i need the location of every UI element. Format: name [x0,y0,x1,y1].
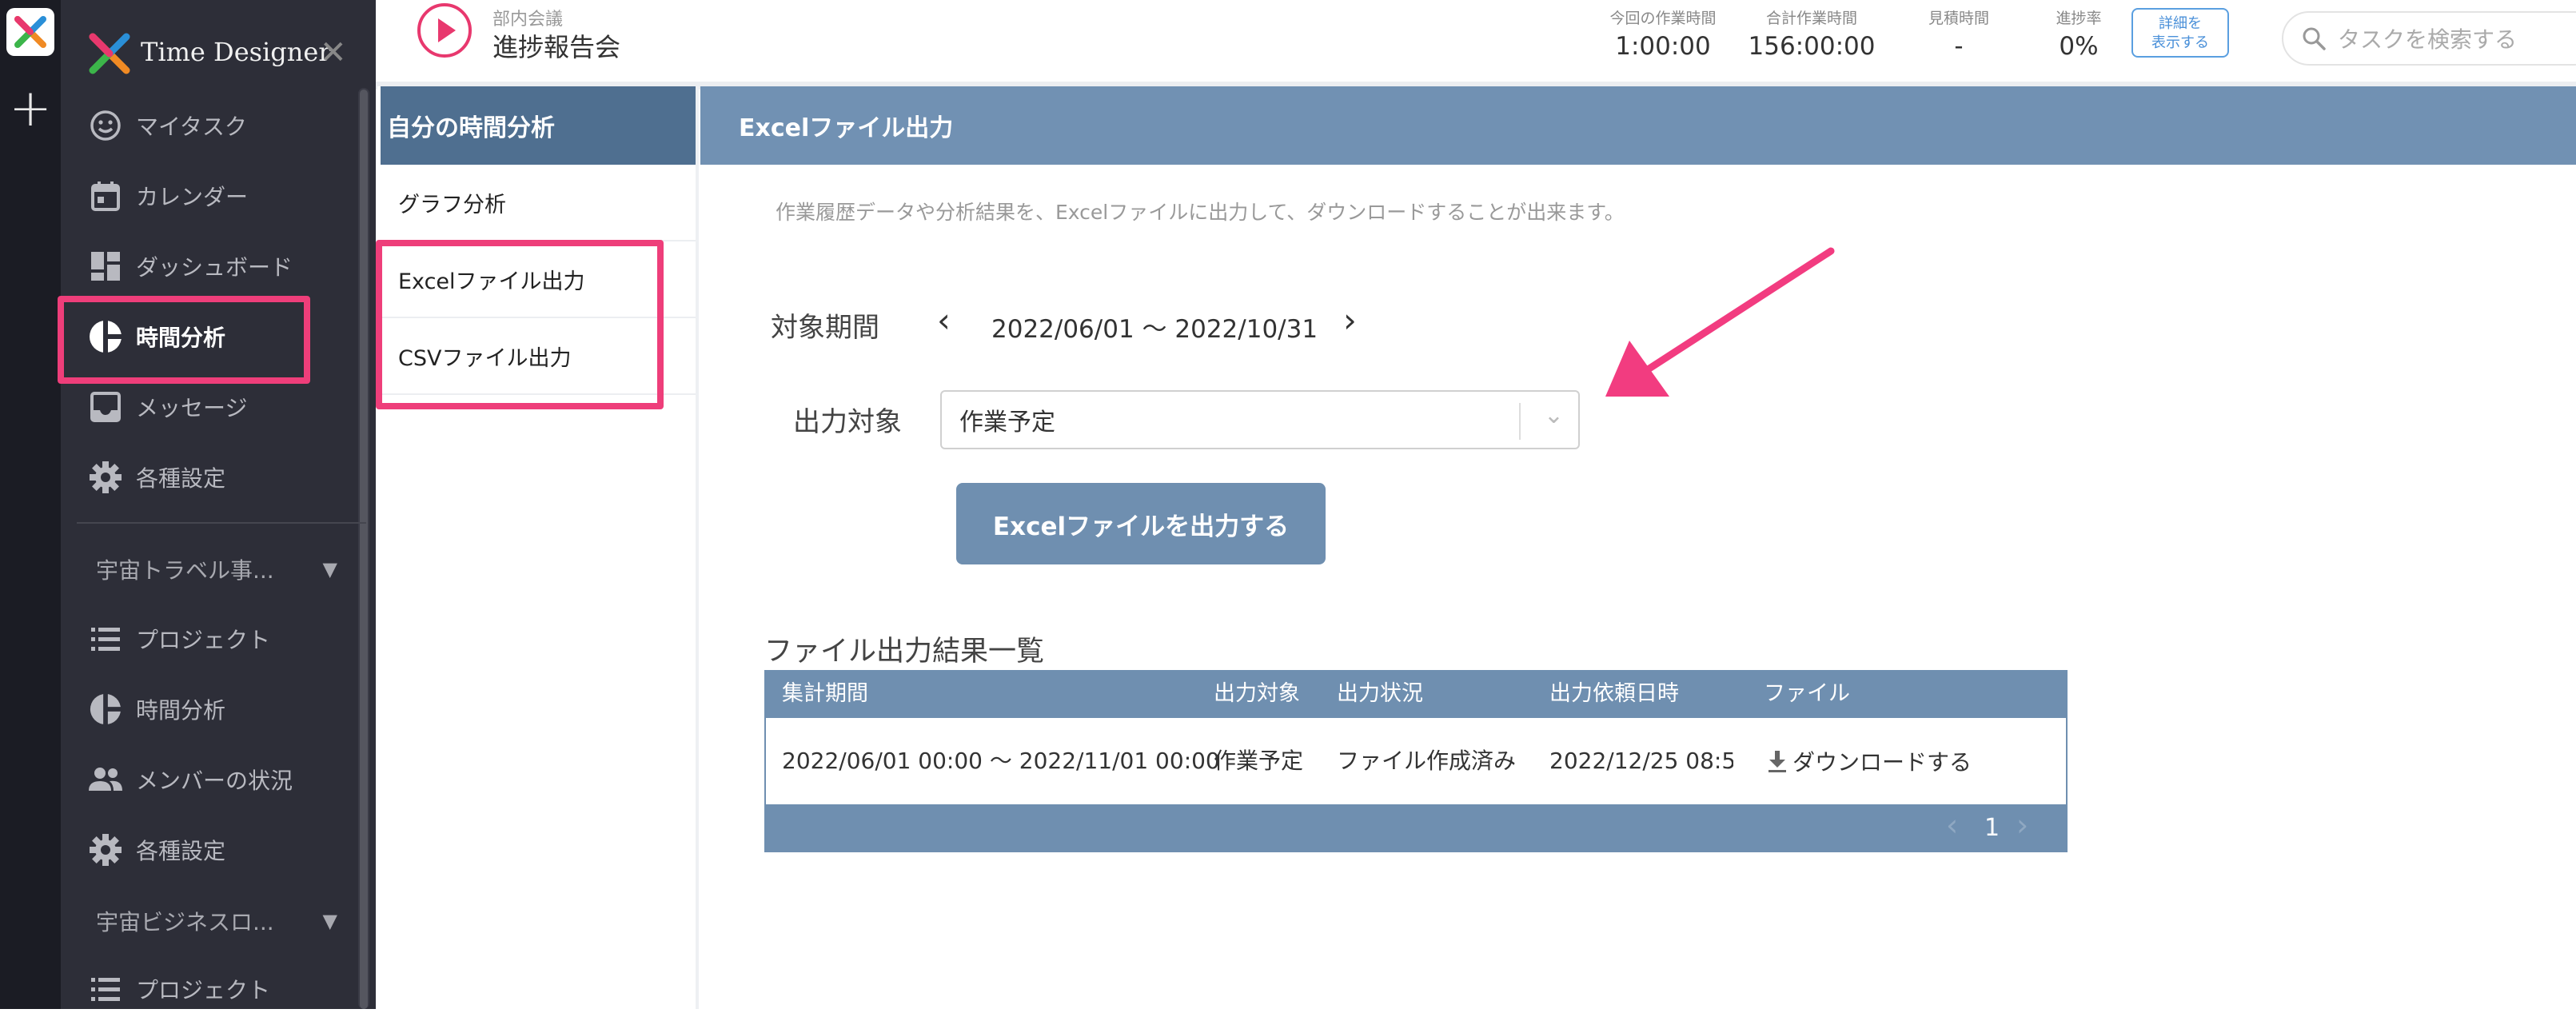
people-icon [86,760,125,799]
highlight-frame-subnav [376,240,664,409]
target-label: 出力対象 [793,406,902,438]
stat-value-current: 1:00:00 [1615,32,1711,61]
col-header-status: 出力状況 [1337,681,1423,706]
highlight-frame-sidebar [58,296,310,384]
chevron-down-icon: ⌄ [1543,401,1564,429]
results-pagination: ‹ 1 › [764,804,2068,852]
sidebar-item-label: ダッシュボード [136,254,293,281]
page-prev-icon[interactable]: ‹ [1946,808,1958,843]
cell-period: 2022/06/01 00:00 〜 2022/11/01 00:00 [782,748,1220,774]
stat-label-current: 今回の作業時間 [1609,10,1717,27]
period-value: 2022/06/01 〜 2022/10/31 [991,315,1318,344]
app-logo-icon[interactable] [6,8,54,56]
period-label: 対象期間 [771,312,879,344]
content-description: 作業履歴データや分析結果を、Excelファイルに出力して、ダウンロードすることが… [776,201,1625,224]
brand-name: Time Designer [141,37,331,67]
dashboard-icon [86,247,125,285]
chevron-right-icon[interactable]: › [1343,301,1357,340]
caret-down-icon: ▼ [322,558,337,580]
select-separator [1519,403,1521,440]
sidebar-group-toggle-1[interactable]: 宇宙トラベル事... ▼ [96,545,360,593]
task-search-input[interactable]: タスクを検索する [2282,11,2576,66]
col-header-file: ファイル [1764,681,1850,706]
stat-value-estimate: - [1954,32,1964,61]
show-details-button[interactable]: 詳細を 表示する [2131,8,2229,58]
pie-chart-icon [86,690,125,728]
download-icon [1767,749,1788,773]
sidebar-item-my-tasks[interactable]: マイタスク [86,98,358,154]
sidebar-divider [77,522,366,524]
sidebar-item-calendar[interactable]: カレンダー [86,168,358,224]
add-workspace-icon[interactable]: + [0,77,61,141]
stat-label-estimate: 見積時間 [1928,10,1989,27]
sidebar-scrollbar-thumb[interactable] [360,90,368,1009]
sidebar-group-name: 宇宙トラベル事... [96,557,274,584]
close-sidebar-icon[interactable]: ✕ [320,34,347,72]
sidebar-item-label: メッセージ [136,395,248,421]
download-link[interactable]: ダウンロードする [1767,718,1972,804]
search-icon [2301,26,2327,51]
col-header-requested: 出力依頼日時 [1549,681,1679,706]
sidebar-item-label: プロジェクト [136,627,271,653]
sidebar-item-label: プロジェクト [136,977,271,1003]
sidebar-item-group-time-analysis[interactable]: 時間分析 [86,681,358,737]
sidebar-item-group-settings[interactable]: 各種設定 [86,822,358,878]
cell-status: ファイル作成済み [1337,748,1517,774]
stat-value-progress: 0% [2059,32,2099,61]
show-details-line1: 詳細を [2159,15,2202,32]
cell-requested: 2022/12/25 08:53 [1549,748,1733,774]
list-icon [86,970,125,1008]
search-placeholder: タスクを検索する [2338,26,2518,53]
page-number[interactable]: 1 [1984,814,2000,842]
sidebar-item-label: 各種設定 [136,838,226,864]
smiley-icon [86,106,125,145]
sidebar-item-projects[interactable]: プロジェクト [86,611,358,667]
calendar-icon [86,177,125,215]
stat-label-progress: 進捗率 [2056,10,2102,27]
list-icon [86,620,125,658]
caret-down-icon: ▼ [322,910,337,932]
output-target-value: 作業予定 [959,409,1055,437]
sidebar-group-toggle-2[interactable]: 宇宙ビジネスロ... ▼ [96,897,360,945]
stat-label-total: 合計作業時間 [1765,10,1857,27]
app-rail: + [0,0,61,1009]
col-header-period: 集計期間 [782,681,868,706]
sidebar-item-members[interactable]: メンバーの状況 [86,752,358,808]
stat-value-total: 156:00:00 [1748,32,1876,61]
gear-icon [86,458,125,497]
results-table-header: 集計期間 出力対象 出力状況 出力依頼日時 ファイル [764,670,2068,718]
sidebar-item-messages[interactable]: メッセージ [86,379,358,435]
page-next-icon[interactable]: › [2016,808,2028,843]
sidebar-item-settings[interactable]: 各種設定 [86,449,358,505]
sidebar-item-dashboard[interactable]: ダッシュボード [86,238,358,294]
sidebar-item-label: メンバーの状況 [136,768,293,794]
sidebar-item-label: マイタスク [136,114,247,140]
sidebar-item-label: 各種設定 [136,465,226,492]
meeting-title: 進捗報告会 [492,32,621,62]
sidebar-group-name: 宇宙ビジネスロ... [96,909,274,935]
subnav-item-graph[interactable]: グラフ分析 [381,165,696,241]
show-details-line2: 表示する [2151,34,2209,51]
results-title: ファイル出力結果一覧 [764,636,1045,668]
subnav-title: 自分の時間分析 [381,86,696,165]
inbox-icon [86,388,125,426]
table-row: 2022/06/01 00:00 〜 2022/11/01 00:00 作業予定… [764,718,2068,804]
annotation-arrow-icon [1591,240,1847,411]
sidebar-item-label: 時間分析 [136,697,226,724]
top-bar [376,0,2576,90]
cell-target: 作業予定 [1214,748,1304,774]
chevron-left-icon[interactable]: ‹ [937,301,951,340]
download-label: ダウンロードする [1792,749,1972,776]
col-header-target: 出力対象 [1214,681,1300,706]
sidebar-item-label: カレンダー [136,184,249,210]
gear-icon [86,831,125,869]
brand-logo-icon [86,30,133,80]
play-timer-button[interactable] [417,3,472,58]
export-excel-button[interactable]: Excelファイルを出力する [956,483,1326,564]
content-title: Excelファイル出力 [700,86,2576,165]
output-target-select[interactable]: 作業予定 ⌄ [940,390,1580,449]
